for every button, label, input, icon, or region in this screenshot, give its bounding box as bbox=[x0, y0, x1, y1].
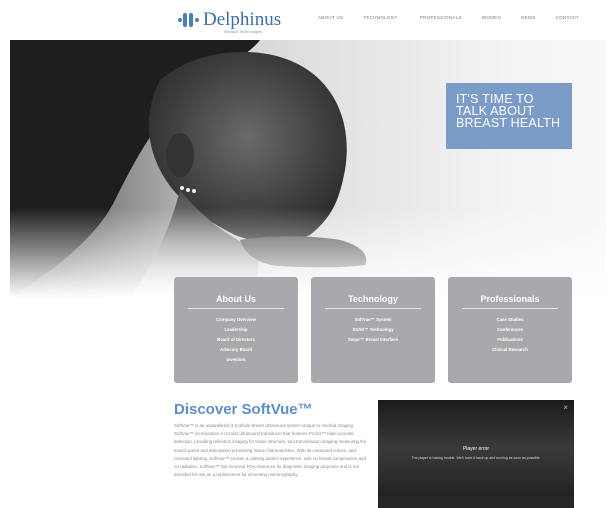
link-softvue-system[interactable]: SoftVue™ System bbox=[311, 315, 435, 325]
card-title[interactable]: About Us bbox=[174, 294, 298, 304]
link-board-of-directors[interactable]: Board of Directors bbox=[174, 335, 298, 345]
link-clinical-research[interactable]: Clinical Research bbox=[448, 345, 572, 355]
main-nav: ABOUT US TECHNOLOGY PROFESSIONALS WOMEN … bbox=[318, 15, 599, 20]
card-title[interactable]: Professionals bbox=[448, 294, 572, 304]
nav-news[interactable]: NEWS bbox=[521, 15, 536, 20]
video-control-bar[interactable] bbox=[378, 496, 574, 508]
logo[interactable]: Delphinus bbox=[178, 10, 281, 30]
player-error-title: Player error bbox=[462, 446, 490, 452]
link-company-overview[interactable]: Company Overview bbox=[174, 315, 298, 325]
nav-contact[interactable]: CONTACT bbox=[556, 15, 580, 20]
site-header: Delphinus Medical Technologies ABOUT US … bbox=[0, 0, 613, 40]
link-sequr-breast-interface[interactable]: Sequr™ Breast Interface bbox=[311, 335, 435, 345]
player-error-message: The player is having trouble. We'll have… bbox=[411, 456, 541, 460]
card-divider bbox=[188, 308, 284, 309]
discover-description: SoftVue™ is an unparalleled 3-D whole br… bbox=[174, 423, 367, 478]
link-investors[interactable]: Investors bbox=[174, 355, 298, 365]
section-cards: About Us Company Overview Leadership Boa… bbox=[174, 277, 574, 383]
close-icon[interactable]: × bbox=[563, 403, 568, 412]
nav-about-us[interactable]: ABOUT US bbox=[318, 15, 343, 20]
nav-professionals[interactable]: PROFESSIONALS bbox=[420, 15, 462, 20]
card-technology: Technology SoftVue™ System SSAD™ Technol… bbox=[311, 277, 435, 383]
card-title[interactable]: Technology bbox=[311, 294, 435, 304]
card-about-us: About Us Company Overview Leadership Boa… bbox=[174, 277, 298, 383]
link-advisory-board[interactable]: Advisory Board bbox=[174, 345, 298, 355]
card-professionals: Professionals Case Studies Conferences P… bbox=[448, 277, 572, 383]
video-player[interactable]: × Player error The player is having trou… bbox=[378, 400, 574, 508]
link-conferences[interactable]: Conferences bbox=[448, 325, 572, 335]
hero-banner bbox=[10, 40, 606, 298]
nav-technology[interactable]: TECHNOLOGY bbox=[363, 15, 398, 20]
discover-heading: Discover SoftVue™ bbox=[174, 401, 313, 418]
link-publications[interactable]: Publications bbox=[448, 335, 572, 345]
link-leadership[interactable]: Leadership bbox=[174, 325, 298, 335]
nav-women[interactable]: WOMEN bbox=[482, 15, 501, 20]
link-ssad-technology[interactable]: SSAD™ Technology bbox=[311, 325, 435, 335]
logo-text: Delphinus bbox=[203, 9, 282, 30]
link-case-studies[interactable]: Case Studies bbox=[448, 315, 572, 325]
card-divider bbox=[325, 308, 421, 309]
card-divider bbox=[462, 308, 558, 309]
hero-callout: IT'S TIME TO TALK ABOUT BREAST HEALTH bbox=[446, 83, 572, 149]
dolphin-logo-icon bbox=[178, 10, 200, 30]
logo-subtitle: Medical Technologies bbox=[224, 29, 263, 34]
